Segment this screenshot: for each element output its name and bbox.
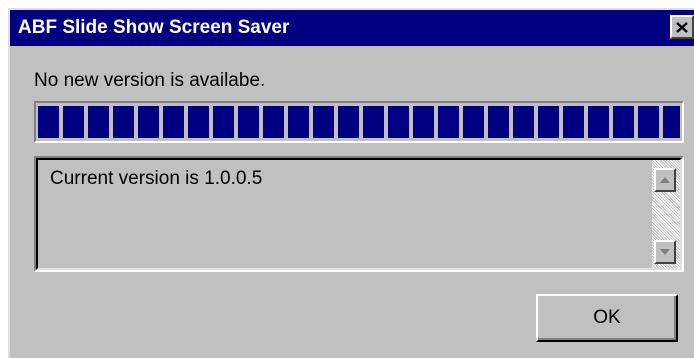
progress-fill [38,106,680,138]
close-button[interactable] [670,15,694,39]
title-bar[interactable]: ABF Slide Show Screen Saver [10,10,694,46]
version-log[interactable]: Current version is 1.0.0.5 [34,156,684,272]
progress-track [38,106,680,138]
progress-block [588,106,609,138]
progress-block [363,106,384,138]
ok-button[interactable]: OK [536,294,678,342]
progress-block [163,106,184,138]
progress-block [413,106,434,138]
progress-block [213,106,234,138]
progress-block [488,106,509,138]
progress-block [438,106,459,138]
progress-block [538,106,559,138]
progress-block [88,106,109,138]
scroll-down-arrow-icon [660,249,670,255]
progress-block [563,106,584,138]
progress-block [288,106,309,138]
progress-block [313,106,334,138]
progress-block [263,106,284,138]
window-title: ABF Slide Show Screen Saver [18,17,290,38]
version-log-text: Current version is 1.0.0.5 [50,168,263,189]
scroll-down-button[interactable] [654,240,676,264]
vertical-scrollbar[interactable] [652,160,680,268]
progress-block [663,106,680,138]
scroll-up-button[interactable] [654,168,676,192]
version-log-frame: Current version is 1.0.0.5 [36,158,682,270]
progress-block [338,106,359,138]
progress-block [613,106,634,138]
progress-block [188,106,209,138]
progress-block [463,106,484,138]
scroll-up-arrow-icon [660,177,670,183]
progress-block [388,106,409,138]
progress-bar [34,101,684,143]
progress-block [638,106,659,138]
status-message: No new version is availabe. [34,70,266,91]
progress-block [138,106,159,138]
progress-block [238,106,259,138]
progress-block [38,106,59,138]
progress-block [113,106,134,138]
progress-block [513,106,534,138]
close-icon [676,21,688,33]
progress-block [63,106,84,138]
dialog-window: ABF Slide Show Screen Saver No new versi… [8,8,694,358]
